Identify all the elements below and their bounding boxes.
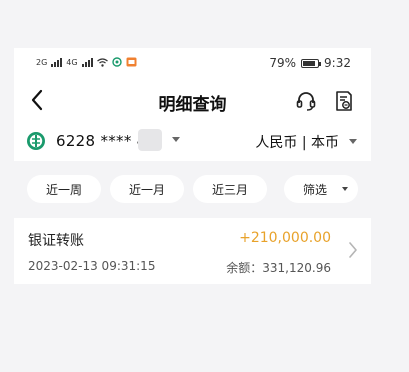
signal-icon [51,57,63,67]
currency-selector[interactable]: 人民币 | 本币 [255,132,339,152]
filter-button[interactable]: 筛选 [284,175,358,203]
app-notification-icon [111,57,122,67]
filter-chip-three-months[interactable]: 近三月 [193,175,267,203]
battery-icon [301,58,322,68]
signal-icon-2 [81,57,93,67]
account-number: 6228 **** 4 [56,132,147,150]
filter-button-label: 筛选 [302,182,327,197]
chevron-right-icon [349,242,357,258]
phone-screen: 2G 4G 79% 9:32 明细查询 6228 **** 4 人民币 | 本币… [14,48,371,372]
clock: 9:32 [324,56,351,70]
transaction-title: 银证转账 [28,233,84,249]
filter-caret-icon [342,187,348,191]
wifi-icon [96,57,108,67]
transaction-balance: 余额：331,120.96 [226,261,331,275]
transaction-amount: +210,000.00 [239,230,331,246]
currency-dropdown-caret-icon[interactable] [349,139,357,144]
transaction-time: 2023-02-13 09:31:15 [28,259,156,273]
page-title: 明细查询 [158,95,227,115]
status-bar: 2G 4G 79% 9:32 [14,48,371,80]
customer-service-icon[interactable] [295,90,317,112]
statement-document-icon[interactable] [333,90,355,112]
gallery-notification-icon [126,57,137,67]
status-right: 79% 9:32 [269,56,351,70]
network-4g-label: 4G [66,57,78,67]
account-dropdown-caret-icon[interactable] [172,137,180,142]
battery-percent: 79% [269,56,297,70]
page: 2G 4G 79% 9:32 明细查询 6228 **** 4 人民币 | 本币… [0,0,409,372]
transaction-row[interactable]: 银证转账 +210,000.00 2023-02-13 09:31:15 余额：… [14,218,371,284]
filter-chip-month[interactable]: 近一月 [110,175,184,203]
network-2g-label: 2G [36,57,48,67]
bank-logo-icon [27,132,45,150]
account-number-mask [138,129,162,151]
filter-chip-week[interactable]: 近一周 [27,175,101,203]
top-band [0,0,409,48]
date-filter-bar: 近一周 近一月 近三月 筛选 [14,175,371,205]
account-selector[interactable]: 6228 **** 4 人民币 | 本币 [14,124,371,156]
status-left: 2G 4G [36,57,137,67]
nav-bar: 明细查询 [14,80,371,120]
